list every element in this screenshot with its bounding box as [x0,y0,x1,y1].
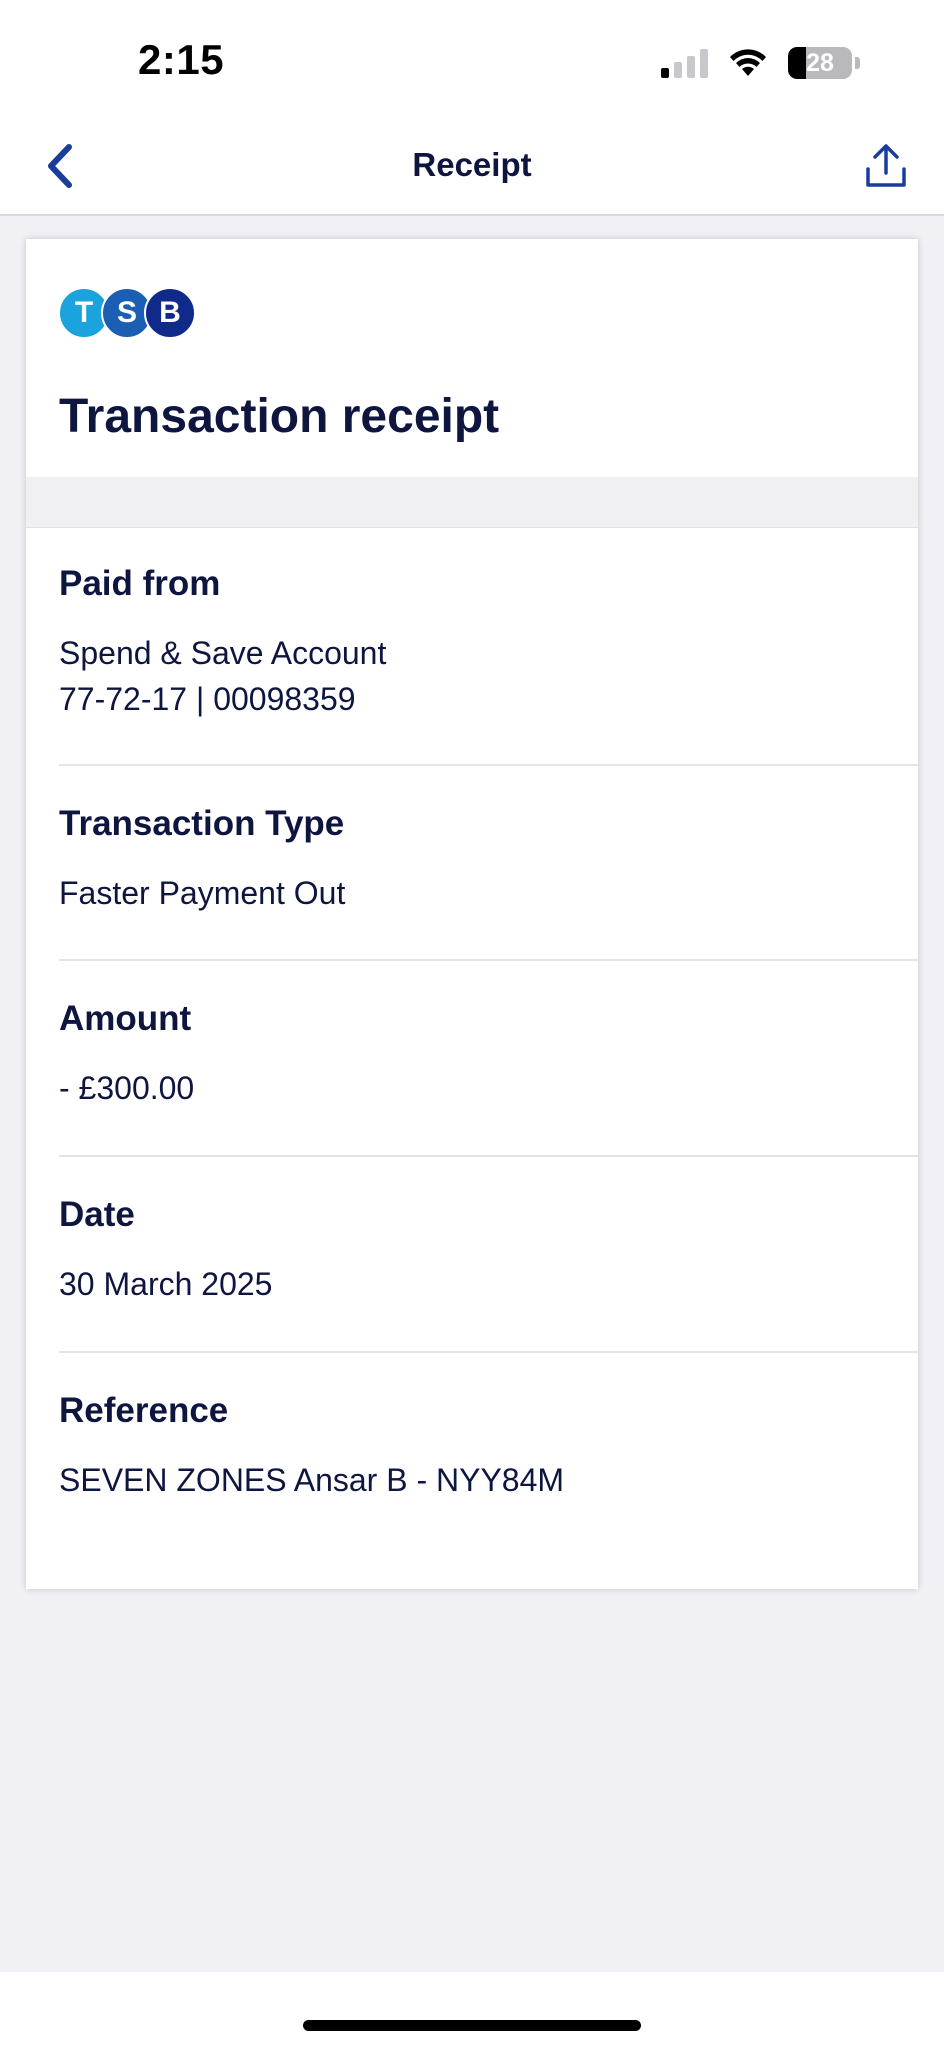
logo-letter-b: B [144,287,196,339]
reference-value: SEVEN ZONES Ansar B - NYY84M [59,1462,565,1498]
date-value: 30 March 2025 [59,1266,273,1302]
amount-section: Amount - £300.00 [59,999,918,1111]
section-separator [26,477,918,528]
transaction-type-value: Faster Payment Out [59,875,346,911]
divider [59,1351,918,1353]
status-bar: 2:15 28 [0,0,944,118]
home-indicator[interactable] [303,2020,641,2031]
date-section: Date 30 March 2025 [59,1195,918,1307]
transaction-type-label: Transaction Type [59,804,345,843]
reference-section: Reference SEVEN ZONES Ansar B - NYY84M [59,1391,918,1503]
paid-from-account-number: 77-72-17 | 00098359 [59,681,356,717]
divider [59,764,918,766]
status-icons: 28 [661,46,860,80]
paid-from-label: Paid from [59,564,221,603]
status-time: 2:15 [138,36,225,83]
wifi-icon [730,49,766,76]
page-title: Receipt [412,146,532,183]
paid-from-account-name: Spend & Save Account [59,635,387,671]
battery-icon: 28 [788,47,852,79]
receipt-title: Transaction receipt [59,390,500,443]
home-indicator-area [0,1972,944,2048]
reference-label: Reference [59,1391,229,1430]
share-button[interactable] [854,134,918,198]
cellular-signal-icon [661,48,708,78]
transaction-type-section: Transaction Type Faster Payment Out [59,804,918,916]
amount-value: - £300.00 [59,1070,195,1106]
divider [59,1155,918,1157]
date-label: Date [59,1195,135,1234]
divider [59,959,918,961]
receipt-card: T S B Transaction receipt Paid from Spen… [26,239,918,1589]
navigation-bar: Receipt [0,118,944,216]
share-icon [866,144,906,187]
battery-cap [855,57,860,69]
battery-level: 28 [806,48,834,77]
paid-from-section: Paid from Spend & Save Account 77-72-17 … [59,564,918,722]
amount-label: Amount [59,999,192,1038]
